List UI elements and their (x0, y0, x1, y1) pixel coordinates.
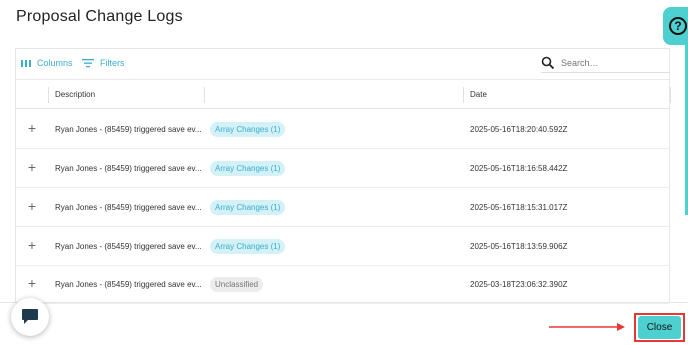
filters-label: Filters (100, 58, 125, 68)
search-box[interactable] (541, 53, 669, 73)
expand-icon[interactable]: + (26, 160, 38, 174)
row-description: Ryan Jones - (85459) triggered save ev..… (55, 242, 202, 251)
table-row[interactable]: + Ryan Jones - (85459) triggered save ev… (16, 149, 669, 188)
row-date: 2025-05-16T18:16:58.442Z (470, 164, 568, 173)
change-type-badge: Array Changes (1) (210, 161, 286, 176)
help-icon[interactable]: ? (669, 17, 687, 35)
table-row[interactable]: + Ryan Jones - (85459) triggered save ev… (16, 188, 669, 227)
table-header: Description Date (16, 79, 671, 110)
row-date: 2025-03-18T23:06:32.390Z (470, 280, 568, 289)
search-input[interactable] (561, 57, 661, 68)
column-separator[interactable] (463, 87, 464, 103)
columns-button[interactable]: Columns (21, 55, 73, 71)
expand-icon[interactable]: + (26, 238, 38, 252)
column-header-description[interactable]: Description (55, 80, 95, 110)
columns-label: Columns (37, 58, 73, 68)
grid-toolbar: Columns Filters (16, 49, 669, 77)
expand-icon[interactable]: + (26, 199, 38, 213)
filter-icon (82, 59, 94, 68)
arrow-annotation (549, 323, 625, 331)
row-date: 2025-05-16T18:20:40.592Z (470, 125, 568, 134)
column-separator[interactable] (670, 87, 671, 103)
row-description: Ryan Jones - (85459) triggered save ev..… (55, 125, 202, 134)
column-separator[interactable] (48, 87, 49, 103)
row-description: Ryan Jones - (85459) triggered save ev..… (55, 203, 202, 212)
change-log-grid: Columns Filters Description Date + (15, 48, 671, 304)
row-description: Ryan Jones - (85459) triggered save ev..… (55, 164, 202, 173)
expand-icon[interactable]: + (26, 121, 38, 135)
row-date: 2025-05-16T18:13:59.906Z (470, 242, 568, 251)
table-row[interactable]: + Ryan Jones - (85459) triggered save ev… (16, 227, 669, 266)
column-separator[interactable] (204, 87, 205, 103)
close-button[interactable]: Close (638, 316, 681, 339)
expand-icon[interactable]: + (26, 276, 38, 290)
columns-icon (21, 59, 31, 67)
filters-button[interactable]: Filters (82, 55, 125, 71)
help-tab[interactable]: ? (663, 7, 688, 45)
chat-icon (22, 309, 38, 324)
change-type-badge: Array Changes (1) (210, 200, 286, 215)
search-icon (541, 56, 555, 69)
table-row[interactable]: + Ryan Jones - (85459) triggered save ev… (16, 110, 669, 149)
change-type-badge: Array Changes (1) (210, 122, 286, 137)
change-type-badge: Array Changes (1) (210, 239, 286, 254)
chat-launcher[interactable] (11, 298, 49, 336)
footer-divider (0, 302, 688, 303)
row-description: Ryan Jones - (85459) triggered save ev..… (55, 280, 202, 289)
change-type-badge: Unclassified (210, 277, 264, 292)
table-row[interactable]: + Ryan Jones - (85459) triggered save ev… (16, 265, 669, 304)
row-date: 2025-05-16T18:15:31.017Z (470, 203, 568, 212)
modal-title: Proposal Change Logs (16, 8, 183, 25)
column-header-date[interactable]: Date (470, 80, 487, 110)
